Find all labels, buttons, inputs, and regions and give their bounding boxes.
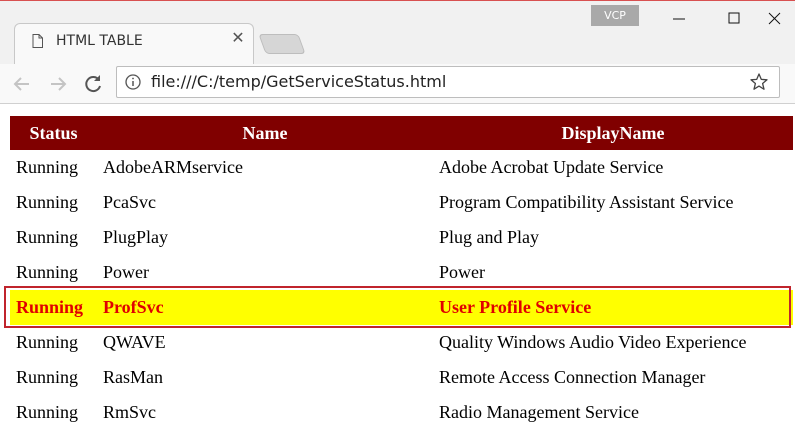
table-row: Running PcaSvc Program Compatibility Ass…	[10, 185, 793, 220]
table-row: Running RmSvc Radio Management Service	[10, 395, 793, 430]
cell-displayname: Quality Windows Audio Video Experience	[439, 332, 747, 352]
address-bar[interactable]: file:///C:/temp/GetServiceStatus.html	[116, 66, 780, 98]
cell-name: PcaSvc	[103, 192, 156, 212]
maximize-icon[interactable]	[711, 1, 757, 35]
tab-title: HTML TABLE	[56, 33, 143, 49]
table-row: Running RasMan Remote Access Connection …	[10, 360, 793, 395]
cell-name: ProfSvc	[97, 290, 433, 325]
cell-displayname: Plug and Play	[439, 227, 540, 247]
cell-status: Running	[10, 290, 97, 325]
forward-arrow-icon[interactable]	[44, 70, 72, 98]
cell-status: Running	[16, 227, 79, 247]
reload-icon[interactable]	[79, 70, 107, 98]
url-text: file:///C:/temp/GetServiceStatus.html	[151, 72, 447, 91]
cell-displayname: Power	[439, 262, 485, 282]
table-row: Running Power Power	[10, 255, 793, 290]
minimize-icon[interactable]	[656, 1, 702, 35]
close-tab-icon[interactable]: ✕	[228, 29, 248, 49]
table-row: Running PlugPlay Plug and Play	[10, 220, 793, 255]
cell-status: Running	[16, 262, 79, 282]
header-name: Name	[97, 116, 433, 150]
close-window-icon[interactable]	[752, 1, 795, 35]
cell-name: Power	[103, 262, 149, 282]
cell-name: PlugPlay	[103, 227, 169, 247]
table-row: Running AdobeARMservice Adobe Acrobat Up…	[10, 150, 793, 185]
page-content: Status Name DisplayName Running AdobeARM…	[0, 104, 795, 432]
cell-name: RmSvc	[103, 402, 157, 422]
cell-name: QWAVE	[103, 332, 166, 352]
tab-content: HTML TABLE ✕	[14, 23, 254, 67]
cell-name: RasMan	[103, 367, 163, 387]
table-row: Running QWAVE Quality Windows Audio Vide…	[10, 325, 793, 360]
cell-displayname: Program Compatibility Assistant Service	[439, 192, 734, 212]
table-header-row: Status Name DisplayName	[10, 116, 793, 150]
cell-name: AdobeARMservice	[103, 157, 243, 177]
back-arrow-icon[interactable]	[8, 70, 36, 98]
cell-displayname: User Profile Service	[433, 290, 793, 325]
cell-displayname: Radio Management Service	[439, 402, 639, 422]
header-displayname: DisplayName	[433, 116, 793, 150]
cell-displayname: Adobe Acrobat Update Service	[439, 157, 664, 177]
info-icon[interactable]	[125, 74, 141, 90]
cell-status: Running	[16, 367, 79, 387]
bookmark-star-icon[interactable]	[749, 72, 769, 92]
new-tab-button[interactable]	[258, 34, 306, 54]
cell-displayname: Remote Access Connection Manager	[439, 367, 706, 387]
service-status-table: Status Name DisplayName Running AdobeARM…	[10, 116, 793, 430]
cell-status: Running	[16, 192, 79, 212]
cell-status: Running	[16, 157, 79, 177]
browser-title-bar: HTML TABLE ✕ VCP	[0, 0, 795, 67]
browser-toolbar: file:///C:/temp/GetServiceStatus.html	[0, 64, 795, 104]
highlighted-table-row: Running ProfSvc User Profile Service	[10, 290, 793, 325]
cell-status: Running	[16, 332, 79, 352]
header-status: Status	[10, 116, 97, 150]
document-icon	[32, 34, 43, 48]
profile-badge[interactable]: VCP	[591, 5, 639, 26]
cell-status: Running	[16, 402, 79, 422]
